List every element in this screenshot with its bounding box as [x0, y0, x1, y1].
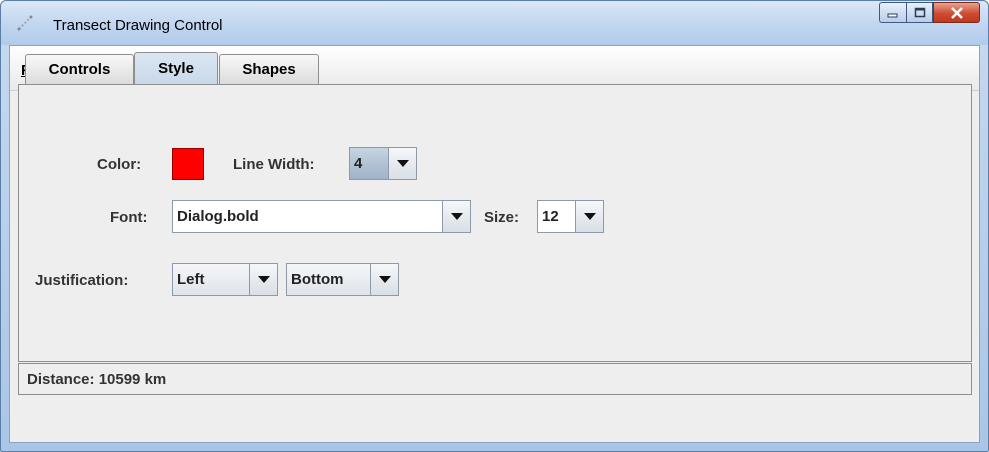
distance-readout: Distance: 10599 km	[27, 371, 167, 388]
maximize-button[interactable]	[906, 2, 933, 23]
status-bar: Distance: 10599 km	[18, 363, 972, 395]
title-bar[interactable]: Transect Drawing Control	[1, 1, 988, 45]
chevron-down-icon[interactable]	[249, 264, 277, 295]
tab-shapes[interactable]: Shapes	[219, 54, 319, 84]
font-label: Font:	[110, 209, 148, 226]
size-label: Size:	[484, 209, 520, 226]
chevron-down-icon[interactable]	[575, 201, 603, 232]
tab-style[interactable]: Style	[134, 52, 218, 84]
line-width-combo[interactable]: 4	[349, 147, 417, 180]
close-button[interactable]	[933, 2, 980, 23]
transect-line-icon	[17, 15, 33, 31]
close-icon	[950, 6, 963, 19]
justification-vertical-combo[interactable]: Bottom	[286, 263, 399, 296]
line-width-label: Line Width:	[233, 156, 315, 173]
justification-horizontal-combo[interactable]: Left	[172, 263, 278, 296]
chevron-down-icon[interactable]	[442, 201, 470, 232]
style-panel: Color: Line Width: 4 Font: Dialog.bold S…	[18, 84, 972, 362]
color-swatch[interactable]	[172, 148, 204, 180]
minimize-button[interactable]	[879, 2, 906, 23]
tab-controls[interactable]: Controls	[25, 54, 134, 84]
font-value: Dialog.bold	[177, 208, 259, 225]
size-combo[interactable]: 12	[537, 200, 604, 233]
size-value: 12	[542, 208, 559, 225]
chevron-down-icon[interactable]	[388, 148, 416, 179]
line-width-value: 4	[350, 148, 388, 179]
justification-vertical-value: Bottom	[291, 271, 344, 288]
window-title: Transect Drawing Control	[53, 17, 223, 34]
app-window: Transect Drawing Control File Edit View …	[0, 0, 989, 452]
chevron-down-icon[interactable]	[370, 264, 398, 295]
justification-label: Justification:	[35, 272, 129, 289]
minimize-icon	[887, 13, 898, 17]
window-controls	[879, 2, 980, 23]
font-combo[interactable]: Dialog.bold	[172, 200, 471, 233]
justification-horizontal-value: Left	[177, 271, 205, 288]
color-label: Color:	[97, 156, 142, 173]
maximize-icon	[914, 7, 925, 18]
